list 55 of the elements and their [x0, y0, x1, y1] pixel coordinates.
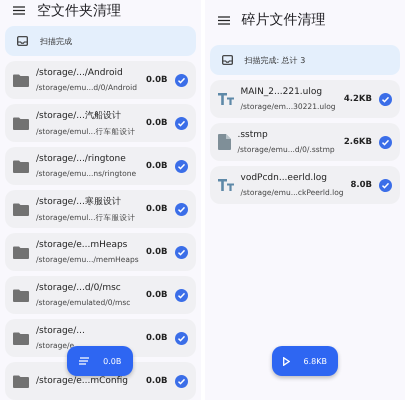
- file-name: MAIN_2...221.ulog: [240, 87, 324, 97]
- folder-icon: [13, 246, 29, 258]
- file-size: 0.0B: [146, 290, 168, 300]
- inbox-icon: [222, 55, 232, 65]
- file-size: 0.0B: [146, 204, 168, 214]
- file-size: 0.0B: [146, 376, 168, 386]
- folder-icon: [13, 160, 29, 172]
- status-text: 扫描完成: [40, 36, 72, 46]
- text-format-icon: [218, 93, 234, 105]
- text-format-icon: [218, 179, 234, 191]
- sort-icon: [79, 357, 90, 365]
- checkbox[interactable]: [174, 374, 188, 388]
- file-size: 4.2KB: [344, 94, 372, 104]
- file-name: /storage/...: [36, 326, 86, 336]
- file-name: .sstmp: [238, 130, 269, 140]
- file-size: 8.0B: [350, 180, 372, 190]
- checkbox[interactable]: [174, 116, 188, 130]
- checkbox[interactable]: [174, 160, 188, 172]
- file-size: 0.0B: [146, 333, 168, 343]
- inbox-icon: [17, 36, 28, 46]
- checkbox[interactable]: [174, 332, 188, 344]
- file-name: /storage/...d/0/msc: [36, 283, 122, 293]
- file-name: vodPcdn...eerld.log: [240, 173, 328, 183]
- checkbox[interactable]: [174, 74, 188, 86]
- screen-title: 碎片文件清理: [242, 11, 326, 29]
- checkbox[interactable]: [379, 178, 392, 192]
- file-name: /storage/e...mHeaps: [36, 240, 128, 250]
- file-name: /storage/.../Android: [36, 68, 124, 78]
- file-name: /storage/...寒服设计: [36, 196, 122, 208]
- file-size: 0.0B: [146, 161, 168, 171]
- folder-icon: [13, 288, 29, 302]
- folder-icon: [13, 202, 29, 216]
- menu-icon[interactable]: [13, 6, 25, 15]
- file-icon: [218, 134, 230, 150]
- file-name: /storage/...汽船设计: [36, 110, 122, 122]
- checkbox[interactable]: [174, 288, 188, 302]
- folder-icon: [13, 116, 29, 130]
- status-text: 扫描完成: 总计 3: [244, 54, 306, 66]
- checkbox[interactable]: [379, 136, 392, 148]
- play-icon: [282, 356, 290, 366]
- file-size: 2.6KB: [344, 137, 372, 147]
- checkbox[interactable]: [174, 246, 188, 258]
- screen-title: 空文件夹清理: [37, 2, 121, 20]
- folder-icon: [13, 74, 29, 86]
- menu-icon[interactable]: [218, 16, 230, 24]
- clean-button[interactable]: 6.8KB: [272, 346, 338, 376]
- folder-icon: [13, 332, 29, 344]
- file-name: /storage/.../ringtone: [36, 154, 127, 164]
- file-size: 0.0B: [146, 75, 168, 85]
- checkbox[interactable]: [174, 202, 188, 216]
- file-name: /storage/e...mConfig: [36, 376, 130, 386]
- folder-icon: [13, 374, 29, 388]
- checkbox[interactable]: [379, 92, 392, 106]
- file-size: 0.0B: [146, 118, 168, 128]
- file-size: 0.0B: [146, 247, 168, 257]
